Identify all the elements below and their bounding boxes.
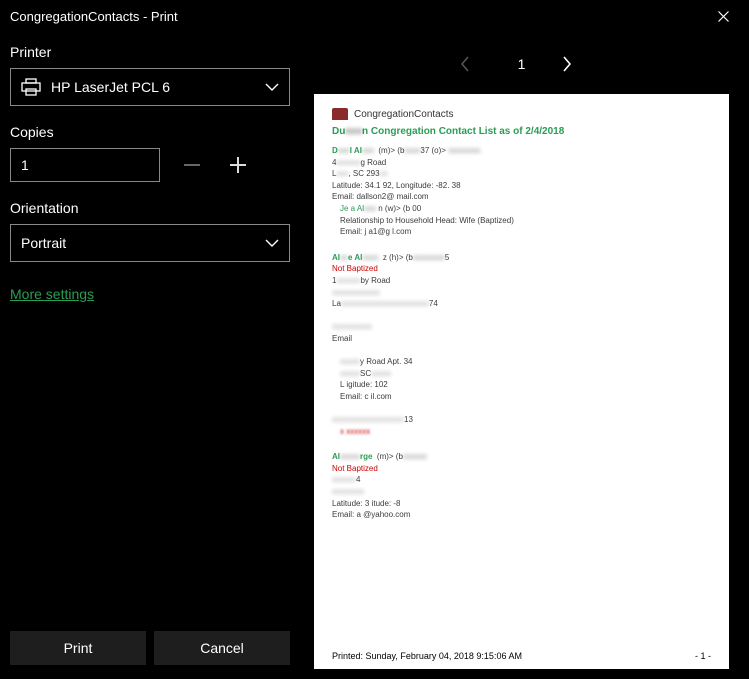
next-page-button[interactable] <box>563 56 583 72</box>
orientation-label: Orientation <box>10 200 290 216</box>
chevron-left-icon <box>460 56 469 72</box>
preview-panel: 1 CongregationContacts Duxxxn Congregati… <box>300 32 749 679</box>
orientation-selected: Portrait <box>21 235 279 251</box>
preview-footer-printed: Printed: Sunday, February 04, 2018 9:15:… <box>332 651 522 661</box>
printer-dropdown[interactable]: HP LaserJet PCL 6 <box>10 68 290 106</box>
cancel-button[interactable]: Cancel <box>154 631 290 665</box>
app-logo-icon <box>332 108 348 120</box>
contact-entry: Alxxxxxrge (m)> (bxxxxxx Not Baptized xx… <box>332 451 711 521</box>
copies-increment[interactable] <box>224 151 252 179</box>
close-icon <box>718 11 729 22</box>
orientation-dropdown[interactable]: Portrait <box>10 224 290 262</box>
contact-entry: Dxxxl Alxxx (m)> (bxxxx37 (o)> xxxxxxxx … <box>332 145 711 238</box>
preview-app-title: CongregationContacts <box>354 109 454 120</box>
print-button[interactable]: Print <box>10 631 146 665</box>
copies-decrement[interactable] <box>178 151 206 179</box>
printer-icon <box>21 78 41 96</box>
page-navigation: 1 <box>314 44 729 84</box>
window-title: CongregationContacts - Print <box>10 9 178 24</box>
preview-list-title: Duxxxn Congregation Contact List as of 2… <box>332 126 711 137</box>
preview-footer-pagenum: - 1 - <box>695 651 711 661</box>
page-number: 1 <box>518 56 526 72</box>
copies-input[interactable] <box>10 148 160 182</box>
close-button[interactable] <box>707 0 739 32</box>
chevron-down-icon <box>265 239 279 247</box>
printer-selected: HP LaserJet PCL 6 <box>51 79 279 95</box>
chevron-down-icon <box>265 83 279 91</box>
prev-page-button[interactable] <box>460 56 480 72</box>
more-settings-link[interactable]: More settings <box>10 286 290 302</box>
contact-entry: Alxxe Alxxxx z (h)> (bxxxxxxxx5 Not Bapt… <box>332 252 711 438</box>
plus-icon <box>230 157 246 173</box>
printer-label: Printer <box>10 44 290 60</box>
copies-label: Copies <box>10 124 290 140</box>
print-preview-page: CongregationContacts Duxxxn Congregation… <box>314 94 729 669</box>
minus-icon <box>184 164 200 166</box>
chevron-right-icon <box>563 56 572 72</box>
settings-panel: Printer HP LaserJet PCL 6 Copies Orienta… <box>0 32 300 679</box>
title-bar: CongregationContacts - Print <box>0 0 749 32</box>
